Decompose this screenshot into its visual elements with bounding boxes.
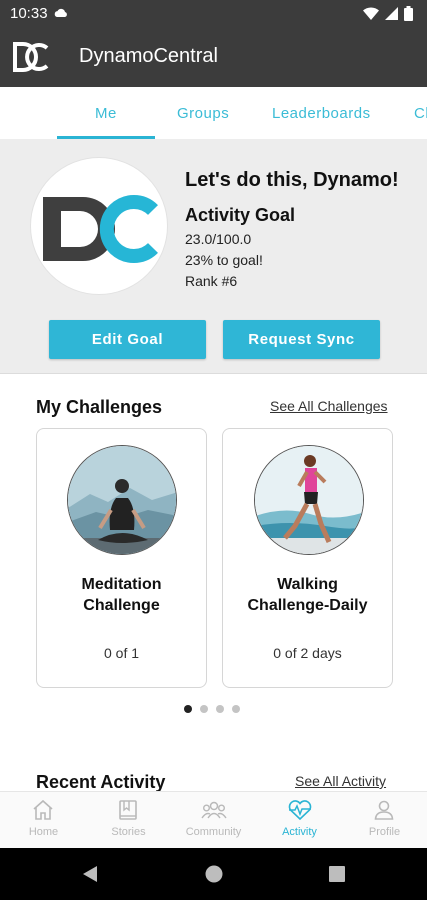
tab-bar: Me Groups Leaderboards Cl <box>0 87 427 139</box>
recents-icon[interactable] <box>329 866 345 882</box>
challenge-card-meditation[interactable]: Meditation Challenge 0 of 1 <box>36 428 207 688</box>
pagination-dot[interactable] <box>216 705 224 713</box>
status-bar: 10:33 <box>0 0 427 28</box>
greeting: Let's do this, Dynamo! <box>185 169 399 191</box>
meditation-illustration-icon <box>68 446 176 554</box>
nav-label: Home <box>28 826 59 838</box>
status-time: 10:33 <box>10 5 48 22</box>
book-icon <box>119 800 137 820</box>
nav-label: Profile <box>368 826 401 838</box>
challenge-name: Walking Challenge-Daily <box>223 574 392 616</box>
tab-groups[interactable]: Groups <box>177 105 229 122</box>
pagination-dot[interactable] <box>184 705 192 713</box>
challenge-name-line: Meditation <box>81 576 162 593</box>
tab-me[interactable]: Me <box>95 105 117 122</box>
avatar[interactable] <box>30 157 168 295</box>
nav-profile[interactable]: Profile <box>342 792 427 849</box>
app-title: DynamoCentral <box>79 45 218 67</box>
system-nav-bar <box>0 848 427 900</box>
profile-section: Let's do this, Dynamo! Activity Goal 23.… <box>0 139 427 374</box>
cloud-icon <box>54 8 67 17</box>
challenge-progress: 0 of 1 <box>103 645 140 661</box>
request-sync-button[interactable]: Request Sync <box>223 320 380 359</box>
edit-goal-button[interactable]: Edit Goal <box>49 320 206 359</box>
pagination-dot[interactable] <box>200 705 208 713</box>
nav-stories[interactable]: Stories <box>86 792 171 849</box>
tab-leaderboards[interactable]: Leaderboards <box>272 105 371 122</box>
bottom-nav: Home Stories Community Activity Profile <box>0 791 427 848</box>
person-icon <box>374 800 394 820</box>
tab-challenges[interactable]: Cl <box>414 105 427 122</box>
challenge-name-line: Challenge-Daily <box>247 597 368 614</box>
pagination-dot[interactable] <box>232 705 240 713</box>
home-icon <box>33 799 53 820</box>
dc-avatar-logo-icon <box>43 195 158 263</box>
walking-illustration-icon <box>255 446 363 554</box>
challenge-name: Meditation Challenge <box>37 574 206 616</box>
nav-home[interactable]: Home <box>1 792 86 849</box>
challenge-name-line: Walking <box>277 576 338 593</box>
meditation-image <box>67 445 177 555</box>
wifi-icon <box>363 7 379 20</box>
challenges-title: My Challenges <box>36 397 163 417</box>
walking-image <box>254 445 364 555</box>
app-bar: DynamoCentral <box>0 28 427 87</box>
dc-logo-icon <box>13 42 49 72</box>
goal-percent: 23% to goal! <box>185 252 263 268</box>
recent-activity-title: Recent Activity <box>36 772 166 792</box>
nav-community[interactable]: Community <box>171 792 256 849</box>
challenge-card-walking[interactable]: Walking Challenge-Daily 0 of 2 days <box>222 428 393 688</box>
battery-icon <box>404 6 413 21</box>
status-icons <box>363 6 413 21</box>
nav-label: Stories <box>111 826 146 838</box>
see-all-activity-link[interactable]: See All Activity <box>295 773 386 789</box>
back-icon[interactable] <box>82 865 98 883</box>
heartbeat-icon <box>288 800 312 821</box>
nav-activity[interactable]: Activity <box>257 792 342 849</box>
nav-label: Community <box>185 826 242 838</box>
carousel-pagination <box>184 705 240 713</box>
home-circle-icon[interactable] <box>205 865 223 883</box>
cell-signal-icon <box>385 7 398 20</box>
see-all-challenges-link[interactable]: See All Challenges <box>270 398 388 414</box>
goal-title: Activity Goal <box>185 205 296 225</box>
nav-label: Activity <box>282 826 317 838</box>
goal-value: 23.0/100.0 <box>185 231 252 247</box>
challenge-name-line: Challenge <box>83 597 160 614</box>
challenge-progress: 0 of 2 days <box>273 645 342 661</box>
rank: Rank #6 <box>185 273 238 289</box>
community-icon <box>201 801 227 819</box>
